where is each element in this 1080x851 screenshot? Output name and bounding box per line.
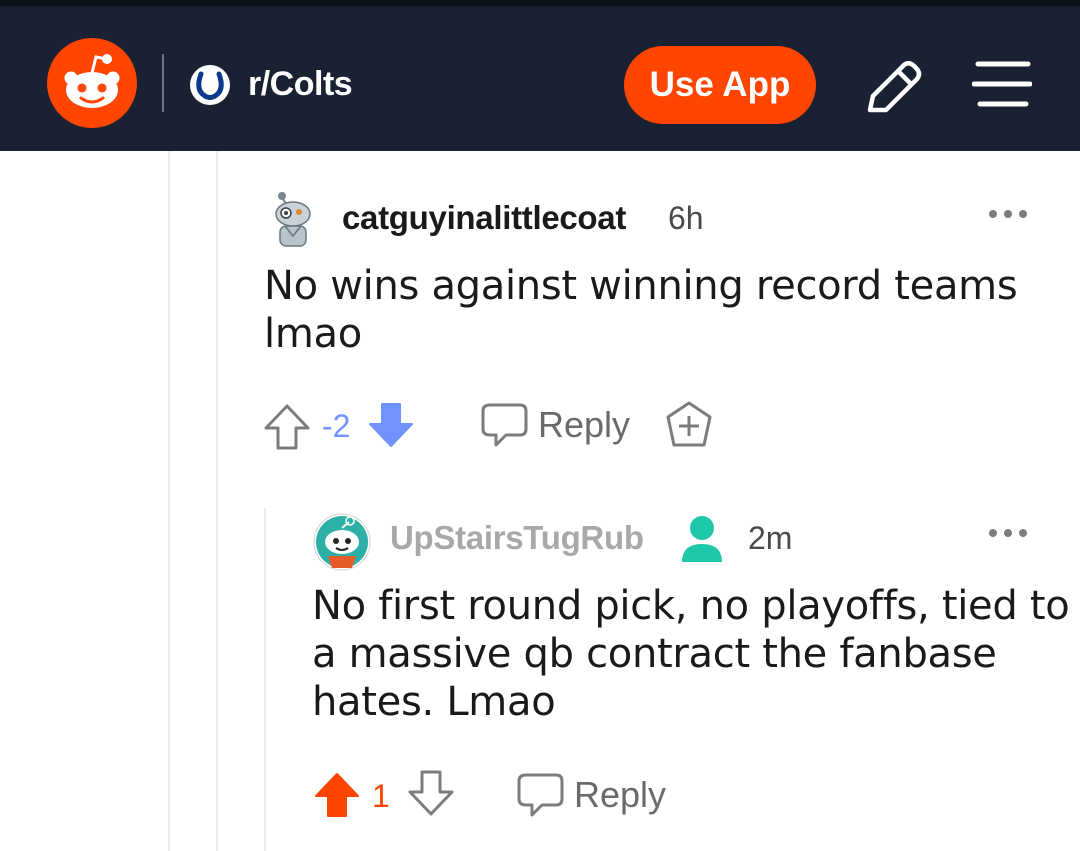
- upvote-icon[interactable]: [262, 402, 312, 452]
- comment-author[interactable]: UpStairsTugRub: [390, 518, 644, 558]
- colts-icon[interactable]: [189, 64, 231, 106]
- use-app-button[interactable]: Use App: [624, 46, 816, 124]
- reply-button[interactable]: Reply: [480, 400, 640, 450]
- top-nav-bar: r/Colts Use App: [0, 0, 1080, 151]
- comment-body-line: No wins against winning record teams: [264, 263, 1018, 309]
- comment-body-line: No first round pick, no playoffs, tied t…: [312, 583, 1070, 629]
- vote-score: 1: [372, 778, 390, 814]
- reply-button[interactable]: Reply: [516, 770, 676, 820]
- comment-time: 2m: [748, 520, 793, 556]
- reddit-logo-icon[interactable]: [47, 38, 137, 128]
- thread-line[interactable]: [216, 151, 218, 851]
- vote-score: -2: [322, 408, 351, 444]
- comment-author[interactable]: catguyinalittlecoat: [342, 198, 626, 238]
- op-user-icon: [682, 516, 722, 562]
- pencil-icon[interactable]: [862, 58, 924, 118]
- comment-body: No wins against winning record teams lma…: [264, 262, 1018, 358]
- comment-body: No first round pick, no playoffs, tied t…: [312, 582, 1070, 726]
- reply-label: Reply: [574, 774, 667, 815]
- comment-body-line: lmao: [264, 311, 362, 357]
- comment-body-line: hates. Lmao: [312, 679, 556, 725]
- reply-icon: [517, 773, 564, 817]
- subreddit-name[interactable]: r/Colts: [248, 62, 353, 106]
- avatar[interactable]: [270, 190, 316, 248]
- avatar[interactable]: [312, 512, 372, 572]
- menu-icon[interactable]: [972, 60, 1032, 110]
- reply-icon: [481, 403, 528, 447]
- reply-label: Reply: [538, 404, 631, 445]
- thread-line[interactable]: [168, 151, 170, 851]
- more-icon[interactable]: [988, 528, 1028, 538]
- header-divider: [162, 54, 164, 112]
- comment-time: 6h: [668, 200, 704, 236]
- more-icon[interactable]: [988, 209, 1028, 219]
- upvote-icon[interactable]: [312, 770, 362, 820]
- downvote-icon[interactable]: [406, 768, 456, 818]
- award-icon[interactable]: [664, 400, 714, 450]
- downvote-icon[interactable]: [366, 400, 416, 450]
- thread-line[interactable]: [264, 508, 266, 851]
- comment-body-line: a massive qb contract the fanbase: [312, 631, 997, 677]
